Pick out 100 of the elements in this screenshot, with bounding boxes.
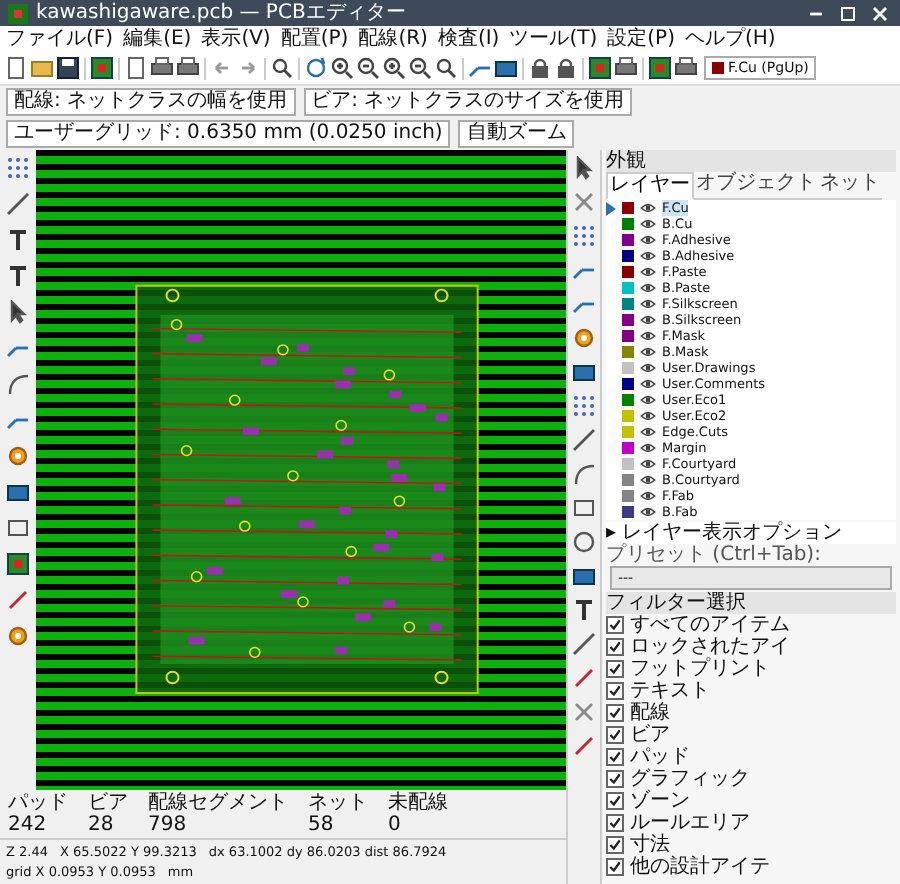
layer-color-swatch[interactable] bbox=[622, 346, 634, 358]
toolbar-dropdown[interactable]: 自動ズーム bbox=[458, 120, 575, 148]
layer-color-swatch[interactable] bbox=[622, 458, 634, 470]
new-file-icon[interactable] bbox=[4, 56, 28, 80]
text-icon[interactable] bbox=[572, 598, 596, 622]
menu-item[interactable]: 検査(I) bbox=[437, 27, 500, 51]
eye-icon[interactable] bbox=[640, 344, 656, 360]
sphere-icon[interactable] bbox=[6, 624, 30, 648]
menu-item[interactable]: 設定(P) bbox=[607, 27, 675, 51]
eye-icon[interactable] bbox=[640, 216, 656, 232]
zoom-fit-icon[interactable] bbox=[382, 56, 406, 80]
layer-color-swatch[interactable] bbox=[622, 474, 634, 486]
eye-icon[interactable] bbox=[640, 264, 656, 280]
checkbox[interactable] bbox=[606, 770, 624, 788]
layer-color-swatch[interactable] bbox=[622, 218, 634, 230]
eye-icon[interactable] bbox=[640, 440, 656, 456]
grid-icon[interactable] bbox=[6, 156, 30, 180]
layer-color-swatch[interactable] bbox=[622, 330, 634, 342]
layer-color-swatch[interactable] bbox=[622, 202, 634, 214]
menu-item[interactable]: 表示(V) bbox=[201, 27, 271, 51]
menu-item[interactable]: 配置(P) bbox=[280, 27, 349, 51]
eye-icon[interactable] bbox=[640, 504, 656, 520]
via-icon[interactable] bbox=[6, 444, 30, 468]
search-icon[interactable] bbox=[270, 56, 294, 80]
checkbox[interactable] bbox=[606, 682, 624, 700]
refresh-icon[interactable] bbox=[304, 56, 328, 80]
zoom-objects-icon[interactable] bbox=[408, 56, 432, 80]
layer-color-swatch[interactable] bbox=[622, 282, 634, 294]
folder-icon[interactable] bbox=[30, 56, 54, 80]
checkbox[interactable] bbox=[606, 638, 624, 656]
layer-options-toggle[interactable]: ▸ レイヤー表示オプション bbox=[606, 522, 896, 544]
checkbox[interactable] bbox=[606, 616, 624, 634]
eye-icon[interactable] bbox=[640, 280, 656, 296]
checkbox[interactable] bbox=[606, 704, 624, 722]
layer-color-swatch[interactable] bbox=[622, 410, 634, 422]
cursor-icon[interactable] bbox=[572, 156, 596, 180]
zone-icon[interactable] bbox=[572, 360, 596, 384]
eye-icon[interactable] bbox=[640, 488, 656, 504]
eye-icon[interactable] bbox=[640, 408, 656, 424]
menu-item[interactable]: 編集(E) bbox=[123, 27, 192, 51]
checkbox[interactable] bbox=[606, 726, 624, 744]
checkbox[interactable] bbox=[606, 836, 624, 854]
zoom-area-icon[interactable] bbox=[434, 56, 458, 80]
zone-icon[interactable] bbox=[6, 480, 30, 504]
printer-icon[interactable] bbox=[150, 56, 174, 80]
eye-icon[interactable] bbox=[640, 296, 656, 312]
cursor-icon[interactable] bbox=[6, 300, 30, 324]
zoom-in-icon[interactable] bbox=[330, 56, 354, 80]
zoom-out-icon[interactable] bbox=[356, 56, 380, 80]
maximize-icon[interactable] bbox=[836, 1, 860, 25]
board-setup-icon[interactable] bbox=[90, 56, 114, 80]
close-icon[interactable] bbox=[868, 1, 892, 25]
layer-color-swatch[interactable] bbox=[622, 426, 634, 438]
cross-icon[interactable] bbox=[572, 190, 596, 214]
eye-icon[interactable] bbox=[640, 312, 656, 328]
menu-item[interactable]: ヘルプ(H) bbox=[684, 27, 776, 51]
eye-icon[interactable] bbox=[640, 232, 656, 248]
layer-color-swatch[interactable] bbox=[622, 490, 634, 502]
toolbar-dropdown[interactable]: 配線: ネットクラスの幅を使用 bbox=[6, 88, 296, 116]
eye-icon[interactable] bbox=[640, 200, 656, 216]
eye-icon[interactable] bbox=[640, 472, 656, 488]
eye-icon[interactable] bbox=[640, 248, 656, 264]
lock-icon[interactable] bbox=[528, 56, 552, 80]
eye-icon[interactable] bbox=[640, 392, 656, 408]
layer-color-swatch[interactable] bbox=[622, 250, 634, 262]
rectangle-icon[interactable] bbox=[572, 496, 596, 520]
layer-color-swatch[interactable] bbox=[622, 298, 634, 310]
line-icon[interactable] bbox=[572, 428, 596, 452]
plotter-icon[interactable] bbox=[176, 56, 200, 80]
menu-item[interactable]: ツール(T) bbox=[509, 27, 598, 51]
checkbox[interactable] bbox=[606, 814, 624, 832]
layer-color-swatch[interactable] bbox=[622, 394, 634, 406]
circle-icon[interactable] bbox=[572, 530, 596, 554]
via-icon[interactable] bbox=[572, 326, 596, 350]
eye-icon[interactable] bbox=[640, 456, 656, 472]
menu-item[interactable]: ファイル(F) bbox=[6, 27, 114, 51]
layer-color-swatch[interactable] bbox=[622, 314, 634, 326]
save-icon[interactable] bbox=[56, 56, 80, 80]
arc-icon[interactable] bbox=[572, 462, 596, 486]
layer-color-swatch[interactable] bbox=[622, 362, 634, 374]
pcb-canvas[interactable] bbox=[36, 150, 566, 790]
eye-icon[interactable] bbox=[640, 360, 656, 376]
eye-icon[interactable] bbox=[640, 424, 656, 440]
checkbox[interactable] bbox=[606, 792, 624, 810]
eye-icon[interactable] bbox=[640, 376, 656, 392]
layer-color-swatch[interactable] bbox=[622, 506, 634, 518]
checkbox[interactable] bbox=[606, 660, 624, 678]
pencil-icon[interactable] bbox=[6, 588, 30, 612]
board-icon[interactable] bbox=[6, 552, 30, 576]
outline-icon[interactable] bbox=[6, 516, 30, 540]
toolbar-dropdown[interactable]: ビア: ネットクラスのサイズを使用 bbox=[303, 88, 633, 116]
toolbar-dropdown[interactable]: ユーザーグリッド: 0.6350 mm (0.0250 inch) bbox=[6, 120, 451, 148]
layer-color-swatch[interactable] bbox=[622, 234, 634, 246]
checkbox[interactable] bbox=[606, 748, 624, 766]
layer-color-swatch[interactable] bbox=[622, 442, 634, 454]
page-icon[interactable] bbox=[124, 56, 148, 80]
menu-item[interactable]: 配線(R) bbox=[358, 27, 428, 51]
eye-icon[interactable] bbox=[640, 328, 656, 344]
layer-color-swatch[interactable] bbox=[622, 378, 634, 390]
layer-color-swatch[interactable] bbox=[622, 266, 634, 278]
